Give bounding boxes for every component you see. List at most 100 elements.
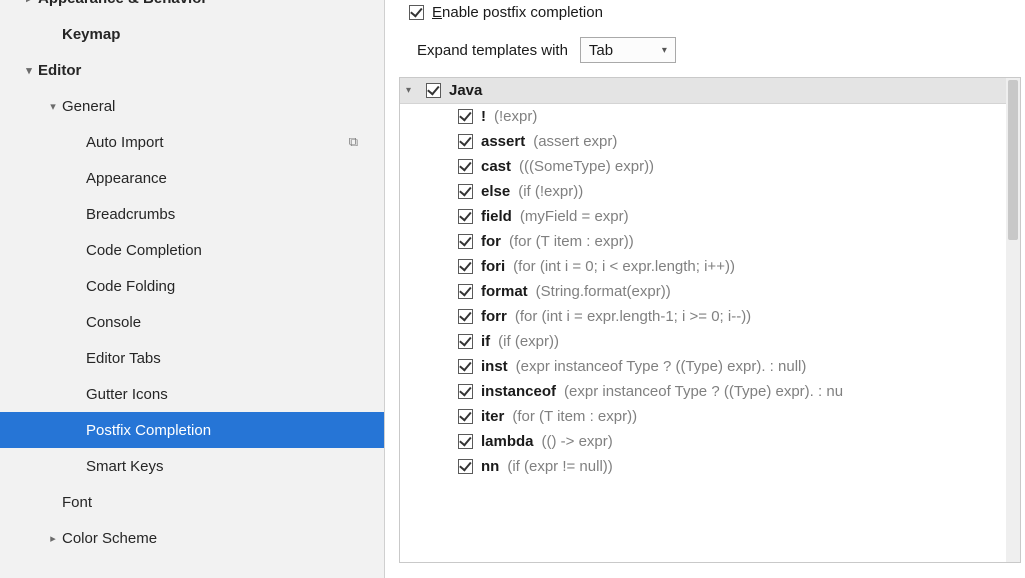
- template-description: (expr instanceof Type ? ((Type) expr). :…: [516, 358, 807, 375]
- template-checkbox[interactable]: [458, 259, 473, 274]
- sidebar-item-label: Code Completion: [86, 242, 202, 259]
- template-description: (expr instanceof Type ? ((Type) expr). :…: [564, 383, 843, 400]
- template-checkbox[interactable]: [458, 134, 473, 149]
- sidebar-item-label: Console: [86, 314, 141, 331]
- sidebar-item-appearance-behavior[interactable]: ▸Appearance & Behavior: [0, 0, 384, 16]
- template-key: if: [481, 333, 490, 350]
- sidebar-item-label: Appearance: [86, 170, 167, 187]
- template-row[interactable]: cast(((SomeType) expr)): [400, 154, 1020, 179]
- template-key: forr: [481, 308, 507, 325]
- sidebar-item-label: Color Scheme: [62, 530, 157, 547]
- sidebar-item-breadcrumbs[interactable]: Breadcrumbs: [0, 196, 384, 232]
- template-checkbox[interactable]: [458, 209, 473, 224]
- template-key: !: [481, 108, 486, 125]
- sidebar-item-gutter-icons[interactable]: Gutter Icons: [0, 376, 384, 412]
- enable-postfix-rest: nable postfix completion: [442, 4, 603, 21]
- scrollbar-thumb[interactable]: [1008, 80, 1018, 240]
- template-row[interactable]: format (String.format(expr)): [400, 279, 1020, 304]
- sidebar-item-label: Breadcrumbs: [86, 206, 175, 223]
- chevron-down-icon: ▾: [44, 100, 62, 113]
- sidebar-item-label: Editor: [38, 62, 81, 79]
- template-description: (((SomeType) expr)): [519, 158, 654, 175]
- sidebar-item-code-completion[interactable]: Code Completion: [0, 232, 384, 268]
- template-description: (() -> expr): [542, 433, 613, 450]
- project-scope-icon: ⧉: [349, 134, 358, 150]
- template-checkbox[interactable]: [458, 109, 473, 124]
- template-key: format: [481, 283, 528, 300]
- sidebar-item-label: Font: [62, 494, 92, 511]
- template-row[interactable]: instanceof(expr instanceof Type ? ((Type…: [400, 379, 1020, 404]
- sidebar-item-auto-import[interactable]: Auto Import ⧉: [0, 124, 384, 160]
- template-row[interactable]: assert (assert expr): [400, 129, 1020, 154]
- template-description: (for (int i = 0; i < expr.length; i++)): [513, 258, 735, 275]
- chevron-down-icon: ▾: [406, 85, 418, 96]
- template-key: assert: [481, 133, 525, 150]
- sidebar-item-console[interactable]: Console: [0, 304, 384, 340]
- template-checkbox[interactable]: [458, 184, 473, 199]
- expand-templates-select[interactable]: Tab ▾: [580, 37, 676, 63]
- templates-panel: ▾ Java ! (!expr) assert (assert expr) cast((…: [399, 77, 1021, 563]
- template-checkbox[interactable]: [458, 434, 473, 449]
- template-checkbox[interactable]: [458, 359, 473, 374]
- sidebar-item-label: Appearance & Behavior: [38, 0, 207, 7]
- sidebar-item-color-scheme[interactable]: ▸Color Scheme: [0, 520, 384, 556]
- template-description: (String.format(expr)): [536, 283, 671, 300]
- template-row[interactable]: iter (for (T item : expr)): [400, 404, 1020, 429]
- app-root: ▸Appearance & BehaviorKeymap▾Editor▾Gene…: [0, 0, 1025, 578]
- group-checkbox[interactable]: [426, 83, 441, 98]
- template-row[interactable]: field(myField = expr): [400, 204, 1020, 229]
- template-description: (!expr): [494, 108, 537, 125]
- enable-postfix-checkbox[interactable]: [409, 5, 424, 20]
- template-row[interactable]: lambda (() -> expr): [400, 429, 1020, 454]
- template-group-header[interactable]: ▾ Java: [400, 78, 1020, 104]
- expand-templates-value: Tab: [589, 42, 613, 59]
- template-key: lambda: [481, 433, 534, 450]
- template-row[interactable]: if (if (expr)): [400, 329, 1020, 354]
- sidebar-item-label: General: [62, 98, 115, 115]
- sidebar-item-general[interactable]: ▾General: [0, 88, 384, 124]
- template-checkbox[interactable]: [458, 284, 473, 299]
- template-row[interactable]: inst (expr instanceof Type ? ((Type) expr…: [400, 354, 1020, 379]
- template-checkbox[interactable]: [458, 409, 473, 424]
- vertical-scrollbar[interactable]: [1006, 78, 1020, 562]
- template-checkbox[interactable]: [458, 384, 473, 399]
- template-key: inst: [481, 358, 508, 375]
- sidebar-item-font[interactable]: Font: [0, 484, 384, 520]
- sidebar-item-postfix-completion[interactable]: Postfix Completion: [0, 412, 384, 448]
- expand-templates-row: Expand templates with Tab ▾: [399, 37, 1025, 63]
- sidebar-item-keymap[interactable]: Keymap: [0, 16, 384, 52]
- template-checkbox[interactable]: [458, 334, 473, 349]
- template-description: (for (int i = expr.length-1; i >= 0; i--…: [515, 308, 751, 325]
- template-key: field: [481, 208, 512, 225]
- template-key: for: [481, 233, 501, 250]
- sidebar-item-label: Postfix Completion: [86, 422, 211, 439]
- template-row[interactable]: fori (for (int i = 0; i < expr.length; i+…: [400, 254, 1020, 279]
- template-checkbox[interactable]: [458, 159, 473, 174]
- sidebar-item-editor-tabs[interactable]: Editor Tabs: [0, 340, 384, 376]
- template-key: iter: [481, 408, 504, 425]
- sidebar-item-label: Gutter Icons: [86, 386, 168, 403]
- template-checkbox[interactable]: [458, 234, 473, 249]
- sidebar-item-code-folding[interactable]: Code Folding: [0, 268, 384, 304]
- template-row[interactable]: else(if (!expr)): [400, 179, 1020, 204]
- template-checkbox[interactable]: [458, 459, 473, 474]
- sidebar-item-appearance[interactable]: Appearance: [0, 160, 384, 196]
- settings-tree: ▸Appearance & BehaviorKeymap▾Editor▾Gene…: [0, 0, 384, 556]
- template-description: (assert expr): [533, 133, 617, 150]
- template-row[interactable]: ! (!expr): [400, 104, 1020, 129]
- chevron-right-icon: ▸: [20, 0, 38, 5]
- template-description: (for (T item : expr)): [512, 408, 637, 425]
- chevron-right-icon: ▸: [44, 532, 62, 545]
- sidebar-item-smart-keys[interactable]: Smart Keys: [0, 448, 384, 484]
- template-description: (if (expr)): [498, 333, 559, 350]
- settings-sidebar: ▸Appearance & BehaviorKeymap▾Editor▾Gene…: [0, 0, 385, 578]
- sidebar-item-editor[interactable]: ▾Editor: [0, 52, 384, 88]
- template-row[interactable]: forr (for (int i = expr.length-1; i >= 0;…: [400, 304, 1020, 329]
- settings-main-panel: Enable postfix completion Expand templat…: [385, 0, 1025, 578]
- template-key: fori: [481, 258, 505, 275]
- template-checkbox[interactable]: [458, 309, 473, 324]
- sidebar-item-label: Auto Import: [86, 134, 164, 151]
- template-row[interactable]: for(for (T item : expr)): [400, 229, 1020, 254]
- chevron-down-icon: ▾: [20, 64, 38, 77]
- template-row[interactable]: nn(if (expr != null)): [400, 454, 1020, 479]
